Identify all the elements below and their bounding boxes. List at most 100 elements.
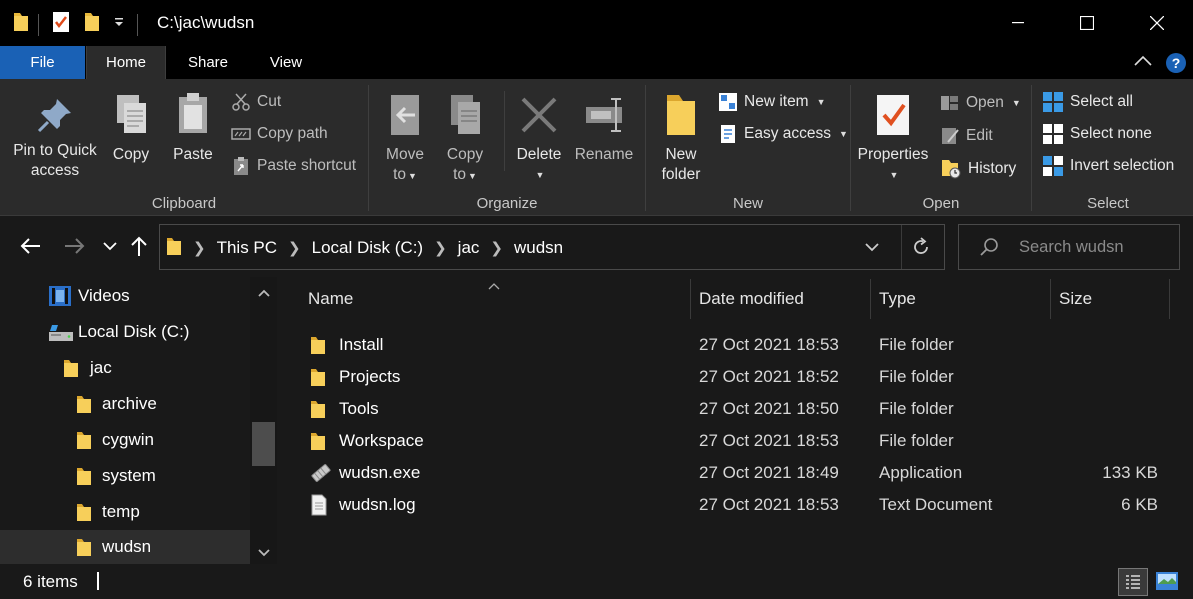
paste-button[interactable]: Paste [168,91,218,165]
details-view-button[interactable] [1118,568,1148,596]
new-folder-icon[interactable] [83,11,101,38]
column-header-name[interactable]: Name [308,277,353,319]
arrow-right-icon [65,238,85,254]
copy-path-button[interactable]: Copy path [231,122,328,146]
column-header-date[interactable]: Date modified [699,277,804,319]
scroll-up-icon[interactable] [257,285,271,303]
tree-item-cygwin[interactable]: cygwin [0,423,250,457]
scissors-icon [232,93,250,111]
select-none-button[interactable]: Select none [1042,122,1152,146]
copy-button[interactable]: Copy [106,91,156,165]
properties-dropdown-icon[interactable]: ▼ [855,165,933,185]
delete-dropdown-icon[interactable]: ▼ [515,165,565,185]
forward-button[interactable] [62,233,88,259]
move-to-button[interactable]: Move to ▼ [380,91,430,186]
tree-item-label: temp [102,502,140,521]
back-button[interactable] [17,233,43,259]
help-icon[interactable]: ? [1165,52,1187,79]
tree-item-local-disk[interactable]: Local Disk (C:) [0,315,250,349]
column-separator[interactable] [690,279,691,319]
pin-to-quick-access-button[interactable]: Pin to Quick access [4,95,106,181]
tree-item-videos[interactable]: Videos [0,279,250,313]
column-separator[interactable] [870,279,871,319]
column-header-size[interactable]: Size [1059,277,1092,319]
tab-view[interactable]: View [248,46,324,79]
group-separator [645,85,646,211]
history-button[interactable]: History [940,157,1016,181]
chevron-right-icon[interactable]: ❯ [490,239,503,257]
refresh-icon [914,237,928,254]
up-button[interactable] [126,233,152,259]
group-separator [1031,85,1032,211]
scroll-down-icon[interactable] [257,545,271,563]
column-separator[interactable] [1050,279,1051,319]
chevron-right-icon[interactable]: ❯ [434,239,447,257]
file-name: wudsn.log [339,495,416,514]
customize-qat-icon[interactable] [113,15,125,34]
table-row[interactable]: Install 27 Oct 2021 18:53 File folder [298,329,1178,361]
item-count: 6 items [23,572,78,591]
invert-selection-button[interactable]: Invert selection [1042,154,1174,178]
rename-button[interactable]: Rename [572,91,636,165]
tab-file[interactable]: File [0,46,85,79]
refresh-button[interactable] [911,237,931,262]
properties-icon [877,95,909,135]
address-history-button[interactable] [864,239,880,260]
file-date: 27 Oct 2021 18:52 [699,367,839,386]
delete-button[interactable]: Delete ▼ [513,91,565,185]
tree-item-label: cygwin [102,430,154,449]
maximize-button[interactable] [1064,0,1110,46]
recent-locations-button[interactable] [97,233,123,259]
column-separator[interactable] [1169,279,1170,319]
tree-item-archive[interactable]: archive [0,387,250,421]
search-icon [979,237,999,262]
close-button[interactable] [1134,0,1180,46]
chevron-right-icon[interactable]: ❯ [288,239,301,257]
copy-to-button[interactable]: Copy to ▼ [440,91,490,186]
search-box[interactable]: Search wudsn [958,224,1180,270]
tab-share[interactable]: Share [168,46,248,79]
table-row[interactable]: wudsn.log 27 Oct 2021 18:53 Text Documen… [298,489,1178,521]
table-row[interactable]: wudsn.exe 27 Oct 2021 18:49 Application … [298,457,1178,489]
properties-button[interactable]: Properties ▼ [853,91,933,185]
easy-access-button[interactable]: Easy access ▼ [718,122,848,146]
tree-item-wudsn[interactable]: wudsn [0,530,250,564]
new-folder-button[interactable]: New folder [656,91,706,185]
file-date: 27 Oct 2021 18:49 [699,463,839,482]
chevron-right-icon[interactable]: ❯ [193,239,206,257]
quick-access-toolbar [12,11,146,38]
table-row[interactable]: Workspace 27 Oct 2021 18:53 File folder [298,425,1178,457]
group-label-select: Select [1087,195,1129,212]
properties-icon[interactable] [51,11,71,38]
crumb-this-pc[interactable]: This PC [217,238,277,258]
move-to-label: Move [386,146,424,163]
crumb-jac[interactable]: jac [458,238,480,258]
crumb-wudsn[interactable]: wudsn [514,238,563,258]
file-type: Text Document [879,495,993,514]
scrollbar-thumb[interactable] [252,422,275,466]
crumb-local-disk[interactable]: Local Disk (C:) [312,238,423,258]
nav-pane-scrollbar[interactable] [250,277,277,564]
cut-button[interactable]: Cut [231,90,281,114]
tree-item-jac[interactable]: jac [0,351,250,385]
select-all-button[interactable]: Select all [1042,90,1133,114]
collapse-ribbon-icon[interactable] [1133,54,1153,73]
paste-shortcut-button[interactable]: Paste shortcut [231,154,356,178]
chevron-down-icon [865,243,879,252]
open-button[interactable]: Open ▼ [940,91,1021,115]
table-row[interactable]: Tools 27 Oct 2021 18:50 File folder [298,393,1178,425]
minimize-button[interactable] [995,0,1041,46]
new-item-button[interactable]: New item ▼ [718,90,826,114]
large-icons-view-button[interactable] [1155,570,1179,597]
navigation-pane: Videos Local Disk (C:) jac archive cygwi… [0,277,278,564]
tree-item-system[interactable]: system [0,459,250,493]
tab-home[interactable]: Home [86,46,166,79]
table-row[interactable]: Projects 27 Oct 2021 18:52 File folder [298,361,1178,393]
address-bar[interactable]: ❯ This PC ❯ Local Disk (C:) ❯ jac ❯ wuds… [159,224,945,270]
new-folder-icon [667,95,695,135]
edit-button[interactable]: Edit [940,124,993,148]
column-header-type[interactable]: Type [879,277,916,319]
copy-path-icon [231,128,251,140]
tree-item-temp[interactable]: temp [0,495,250,529]
svg-text:?: ? [1172,55,1181,71]
